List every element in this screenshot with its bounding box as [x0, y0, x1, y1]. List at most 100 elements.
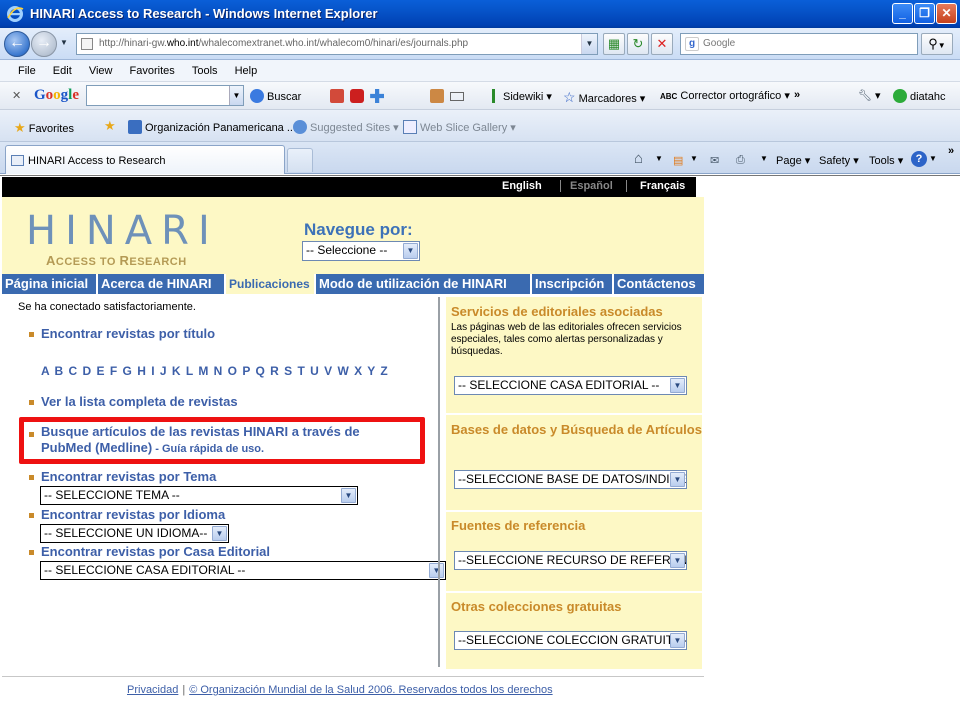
- publisher-select[interactable]: -- SELECCIONE CASA EDITORIAL -- ▼: [40, 561, 446, 580]
- by-publisher-link[interactable]: Encontrar revistas por Casa Editorial: [41, 544, 270, 559]
- nav-home[interactable]: Página inicial: [2, 274, 98, 294]
- search-button[interactable]: ⚲▼: [921, 33, 953, 55]
- publisher-services-box: Servicios de editoriales asociadas Las p…: [446, 301, 702, 413]
- menu-help[interactable]: Help: [235, 65, 258, 77]
- reference-select-value: --SELECCIONE RECURSO DE REFERENCIA--: [458, 553, 686, 567]
- minimize-button[interactable]: _: [892, 3, 913, 24]
- more-chevron-icon[interactable]: »: [794, 89, 800, 101]
- lang-francais[interactable]: Français: [626, 180, 685, 192]
- hinari-logo[interactable]: HINARI ACCESS TO RESEARCH: [26, 211, 219, 268]
- google-search-icon: [250, 89, 264, 103]
- close-toolbar-icon[interactable]: ✕: [12, 89, 21, 102]
- google-search-button[interactable]: Buscar: [250, 89, 301, 103]
- url-domain: who.int: [166, 38, 199, 49]
- print-dropdown-icon[interactable]: ▼: [760, 154, 768, 163]
- feeds-icon[interactable]: ▤: [673, 154, 683, 167]
- free-collections-title: Otras colecciones gratuitas: [451, 599, 622, 614]
- url-dropdown-icon[interactable]: ▼: [581, 34, 597, 54]
- favorites-button[interactable]: ★ Favorites: [14, 120, 74, 136]
- hinari-logo-text: HINARI: [26, 208, 219, 254]
- forward-arrow-icon: →: [36, 34, 52, 51]
- web-page: English Español Français HINARI ACCESS T…: [0, 175, 960, 720]
- menu-tools[interactable]: Tools: [192, 65, 218, 77]
- nav-contact[interactable]: Contáctenos: [614, 274, 704, 294]
- help-dropdown-icon[interactable]: ▼: [929, 154, 937, 163]
- by-language-link[interactable]: Encontrar revistas por Idioma: [41, 507, 225, 522]
- mail-icon[interactable]: ✉: [710, 154, 719, 167]
- maximize-button[interactable]: ❐: [914, 3, 935, 24]
- partner-publisher-select[interactable]: -- SELECCIONE CASA EDITORIAL -- ▼: [454, 376, 687, 395]
- add-to-favorites-icon[interactable]: ★: [104, 118, 116, 134]
- url-field[interactable]: http://hinari-gw.who.int/whalecomextrane…: [76, 33, 598, 55]
- menu-favorites[interactable]: Favorites: [130, 65, 175, 77]
- print-icon[interactable]: ⎙: [736, 154, 745, 167]
- forward-button[interactable]: →: [31, 31, 57, 57]
- nav-about[interactable]: Acerca de HINARI: [98, 274, 226, 294]
- nav-registration[interactable]: Inscripción: [532, 274, 614, 294]
- bullet-icon: [29, 332, 34, 337]
- nav-how-to-use[interactable]: Modo de utilización de HINARI: [316, 274, 532, 294]
- spellcheck-button[interactable]: ABC Corrector ortográfico ▾: [660, 89, 790, 102]
- menu-edit[interactable]: Edit: [53, 65, 72, 77]
- journals-column: Se ha conectado satisfactoriamente. Enco…: [0, 294, 446, 669]
- full-list-link[interactable]: Ver la lista completa de revistas: [41, 394, 238, 409]
- reference-select[interactable]: --SELECCIONE RECURSO DE REFERENCIA-- ▼: [454, 551, 687, 570]
- free-collection-select[interactable]: --SELECCIONE COLECCION GRATUITA-- ▼: [454, 631, 687, 650]
- tab-title: HINARI Access to Research: [28, 155, 166, 167]
- refresh-button[interactable]: ↻: [627, 33, 649, 55]
- google-logo[interactable]: Google: [34, 87, 79, 104]
- stop-icon: ✕: [656, 36, 668, 51]
- favorite-suggested-sites[interactable]: Suggested Sites ▾: [293, 120, 399, 134]
- browse-select[interactable]: -- Seleccione -- ▼: [302, 241, 420, 261]
- google-search-dropdown-icon[interactable]: ▼: [229, 86, 243, 105]
- bookmarks-button[interactable]: ☆ Marcadores ▾: [563, 89, 645, 106]
- add-button-icon: [370, 89, 385, 103]
- nav-publications[interactable]: Publicaciones: [226, 274, 316, 294]
- favorite-link-paho[interactable]: Organización Panamericana ...: [128, 120, 296, 134]
- subject-select-value: -- SELECCIONE TEMA --: [44, 488, 180, 502]
- lang-espanol[interactable]: Español: [560, 180, 613, 192]
- command-more-chevron-icon[interactable]: »: [948, 145, 954, 157]
- home-dropdown-icon[interactable]: ▼: [655, 154, 663, 163]
- tab-hinari[interactable]: HINARI Access to Research: [5, 145, 285, 174]
- home-icon[interactable]: ⌂: [634, 150, 643, 167]
- recent-pages-dropdown-icon[interactable]: ▼: [60, 38, 68, 47]
- database-select[interactable]: --SELECCIONE BASE DE DATOS/INDICE-- ▼: [454, 470, 687, 489]
- favorites-bar: ★ Favorites ★ Organización Panamericana …: [0, 110, 960, 142]
- bullet-icon: [29, 513, 34, 518]
- back-button[interactable]: ←: [4, 31, 30, 57]
- toolbar-tools[interactable]: [430, 89, 467, 103]
- menu-file[interactable]: File: [18, 65, 36, 77]
- toolbar-settings-button[interactable]: 🔧︎ ▾: [858, 89, 881, 102]
- find-by-title-link[interactable]: Encontrar revistas por título: [41, 326, 215, 341]
- language-select[interactable]: -- SELECCIONE UN IDIOMA-- ▼: [40, 524, 229, 543]
- tools-menu[interactable]: Tools ▾: [869, 154, 903, 167]
- copyright-link[interactable]: © Organización Mundial de la Salud 2006.…: [189, 684, 552, 696]
- alphabet-links[interactable]: A B C D E F G H I J K L M N O P Q R S T …: [41, 364, 388, 378]
- lang-english[interactable]: English: [502, 180, 542, 192]
- page-menu[interactable]: Page ▾: [776, 154, 810, 167]
- stop-button[interactable]: ✕: [651, 33, 673, 55]
- by-subject-link[interactable]: Encontrar revistas por Tema: [41, 469, 216, 484]
- favorite-web-slice-gallery[interactable]: Web Slice Gallery ▾: [403, 120, 516, 134]
- google-search-field[interactable]: ▼: [86, 85, 244, 106]
- compatibility-view-button[interactable]: ▦: [603, 33, 625, 55]
- privacy-link[interactable]: Privacidad: [127, 684, 178, 696]
- databases-title: Bases de datos y Búsqueda de Artículos: [451, 422, 702, 437]
- account-button[interactable]: diatahc: [893, 89, 945, 103]
- sidewiki-button[interactable]: Sidewiki ▾: [492, 89, 552, 103]
- help-icon[interactable]: ?: [911, 151, 927, 167]
- url-suffix: /whalecomextranet.who.int/whalecom0/hina…: [198, 38, 469, 49]
- menu-view[interactable]: View: [89, 65, 113, 77]
- close-window-button[interactable]: ✕: [936, 3, 957, 24]
- chevron-down-icon: ▼: [429, 563, 444, 578]
- sidewiki-icon: [492, 89, 500, 103]
- favorites-label: Favorites: [28, 123, 74, 135]
- feeds-dropdown-icon[interactable]: ▼: [690, 154, 698, 163]
- safety-menu[interactable]: Safety ▾: [819, 154, 859, 167]
- page-icon: [81, 38, 93, 50]
- subject-select[interactable]: -- SELECCIONE TEMA -- ▼: [40, 486, 358, 505]
- search-input[interactable]: g Google: [680, 33, 918, 55]
- toolbar-extra-buttons[interactable]: [330, 89, 387, 103]
- new-tab-button[interactable]: [287, 148, 313, 172]
